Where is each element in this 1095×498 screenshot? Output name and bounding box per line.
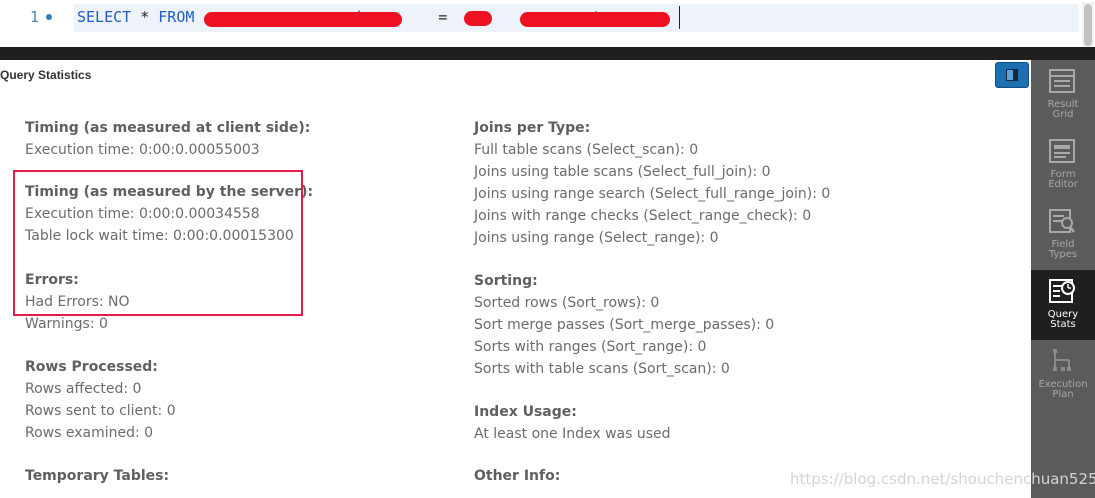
sql-star: * <box>140 8 150 26</box>
stat-line: Sorted rows (Sort_rows): 0 <box>474 295 660 311</box>
stat-line: Rows affected: 0 <box>25 381 142 397</box>
sidebar-item-label: Field Types <box>1048 239 1078 260</box>
sidebar-item-query-stats[interactable]: Query Stats <box>1024 270 1095 340</box>
result-view-sidebar: Result Grid Form Editor Field Types Quer… <box>1024 60 1095 498</box>
stat-line: Execution time: 0:00:0.00055003 <box>25 142 260 158</box>
panel-title: Query Statistics <box>0 68 92 82</box>
query-statistics-panel: Query Statistics Timing (as measured at … <box>0 60 1031 498</box>
stat-line: Sort merge passes (Sort_merge_passes): 0 <box>474 317 775 333</box>
stat-line: Joins with range checks (Select_range_ch… <box>474 208 812 224</box>
stat-line: Joins using range (Select_range): 0 <box>474 230 719 246</box>
sql-keyword-from: FROM <box>158 8 195 26</box>
sidebar-item-label: Result Grid <box>1047 99 1079 120</box>
editor-scrollbar[interactable] <box>1082 2 1094 48</box>
group-heading: Timing (as measured at client side): <box>25 120 311 136</box>
text-caret <box>679 6 680 29</box>
editor-scrollbar-thumb[interactable] <box>1084 4 1092 46</box>
stat-line: Joins using table scans (Select_full_joi… <box>474 164 771 180</box>
sql-equals: = <box>438 8 448 26</box>
group-heading: Sorting: <box>474 273 538 289</box>
sidebar-item-label: Form Editor <box>1048 169 1078 190</box>
stat-line: Warnings: 0 <box>25 316 108 332</box>
sidebar-item-execution-plan[interactable]: Execution Plan <box>1031 340 1095 410</box>
stat-line: Rows examined: 0 <box>25 425 154 441</box>
group-heading: Rows Processed: <box>25 359 158 375</box>
result-grid-icon <box>1049 69 1075 93</box>
sidebar-item-field-types[interactable]: Field Types <box>1031 200 1095 270</box>
toggle-panel-button[interactable] <box>995 62 1029 88</box>
redaction-value <box>520 12 670 27</box>
group-heading: Joins per Type: <box>474 120 591 136</box>
stat-line: Joins using range search (Select_full_ra… <box>474 186 831 202</box>
stat-line: Sorts with table scans (Sort_scan): 0 <box>474 361 730 377</box>
group-heading: Other Info: <box>474 468 561 484</box>
active-indicator <box>1024 298 1031 312</box>
group-heading: Index Usage: <box>474 404 577 420</box>
stat-line: At least one Index was used <box>474 426 671 442</box>
sidebar-item-label: Execution Plan <box>1038 379 1088 400</box>
redaction-table-name <box>204 12 402 27</box>
stat-line: Sorts with ranges (Sort_range): 0 <box>474 339 707 355</box>
line-number: 1 <box>30 8 40 26</box>
stat-line: Full table scans (Select_scan): 0 <box>474 142 699 158</box>
sidebar-toggle-icon <box>1006 69 1018 81</box>
group-heading: Temporary Tables: <box>25 468 170 484</box>
execution-plan-icon <box>1053 349 1071 371</box>
query-stats-icon <box>1049 279 1075 303</box>
sidebar-item-label: Query Stats <box>1047 309 1079 330</box>
watermark: https://blog.csdn.net/shouchenchuan5253 <box>790 470 1095 488</box>
redaction-column-name <box>464 11 492 26</box>
panel-splitter[interactable] <box>0 47 1095 60</box>
sidebar-item-form-editor[interactable]: Form Editor <box>1031 130 1095 200</box>
timing-highlight-box <box>13 170 303 316</box>
form-editor-icon <box>1049 139 1075 163</box>
sidebar-item-result-grid[interactable]: Result Grid <box>1031 60 1095 130</box>
stat-line: Rows sent to client: 0 <box>25 403 176 419</box>
line-marker <box>46 14 52 20</box>
sql-keyword-select: SELECT <box>77 8 132 26</box>
sql-editor[interactable]: 1 SELECT * FROM where = '; <box>0 0 1095 48</box>
field-types-icon <box>1049 209 1075 233</box>
